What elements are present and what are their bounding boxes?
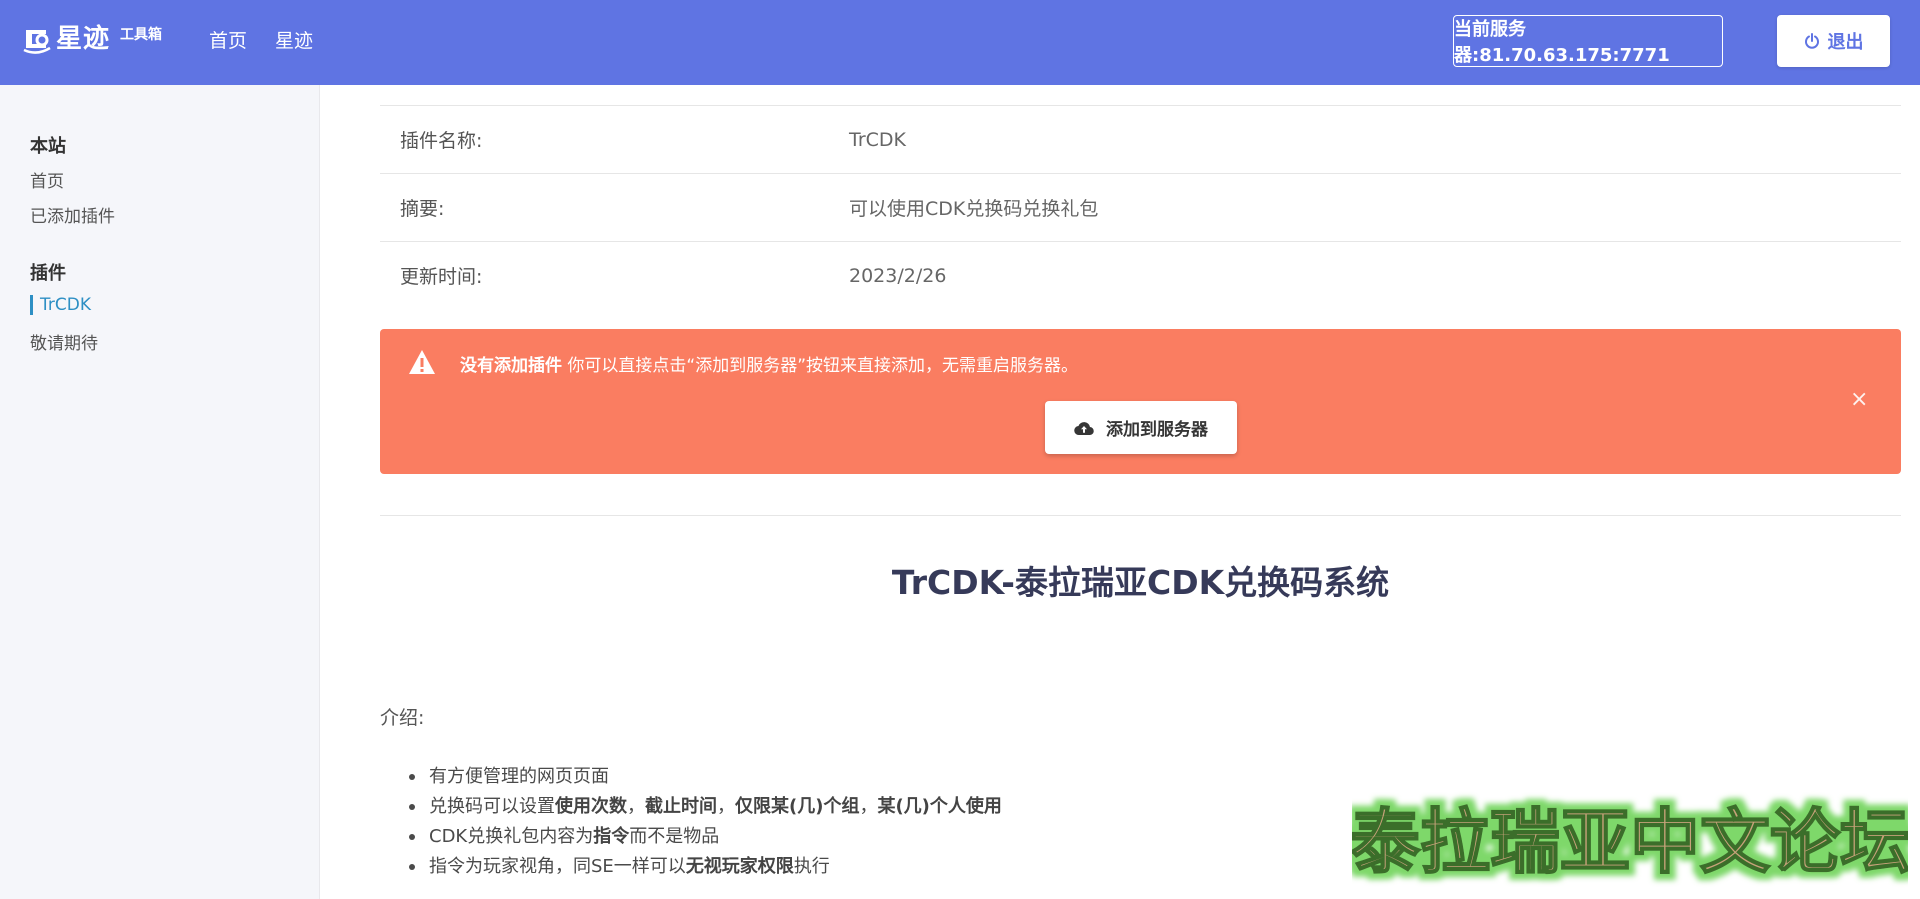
sidebar-heading-site: 本站	[30, 136, 66, 157]
sidebar-item-coming-soon[interactable]: 敬请期待	[30, 329, 98, 354]
feature-list: 有方便管理的网页页面 兑换码可以设置使用次数，截止时间，仅限某(几)个组，某(几)…	[405, 762, 1002, 882]
feature-text: 而不是物品	[629, 826, 720, 847]
sidebar-item-trcdk[interactable]: TrCDK	[30, 295, 91, 315]
feature-text-bold: 指令	[593, 826, 630, 847]
nav-link-xingji[interactable]: 星迹	[275, 0, 313, 85]
info-value: TrCDK	[849, 128, 906, 151]
logout-label: 退出	[1827, 32, 1864, 53]
feature-text-bold: 使用次数	[555, 796, 627, 817]
info-label: 插件名称:	[400, 130, 483, 152]
watermark-text: 泰拉瑞亚中文论坛	[1352, 800, 1908, 883]
doc-title: TrCDK-泰拉瑞亚CDK兑换码系统	[891, 563, 1390, 602]
power-icon	[1804, 33, 1819, 49]
feature-text: ，	[859, 796, 878, 817]
feature-text-bold: 仅限某(几)个组	[735, 796, 860, 817]
feature-list-item: 兑换码可以设置使用次数，截止时间，仅限某(几)个组，某(几)个人使用	[405, 792, 1002, 822]
close-icon[interactable]: ×	[1850, 387, 1868, 412]
feature-text: 指令为玩家视角，同SE一样可以	[429, 856, 686, 877]
feature-text: CDK兑换礼包内容为	[429, 826, 594, 847]
info-value: 可以使用CDK兑换码兑换礼包	[849, 198, 1099, 220]
feature-list-item: 有方便管理的网页页面	[405, 762, 1002, 792]
feature-text: ，	[717, 796, 735, 817]
info-row-name: 插件名称: TrCDK	[380, 105, 1901, 173]
info-row-summary: 摘要: 可以使用CDK兑换码兑换礼包	[380, 173, 1901, 241]
brand-subtitle: 工具箱	[120, 27, 163, 43]
feature-text: 执行	[793, 856, 830, 877]
top-navbar: 星迹 工具箱 首页 星迹 当前服务器:81.70.63.175:7771 退出	[0, 0, 1920, 85]
cloud-upload-icon	[1074, 421, 1094, 435]
feature-text: 兑换码可以设置	[429, 796, 555, 817]
info-row-updated: 更新时间: 2023/2/26	[380, 241, 1901, 309]
brand-logo-icon	[23, 30, 51, 54]
logout-button[interactable]: 退出	[1777, 15, 1890, 67]
intro-label: 介绍:	[380, 707, 425, 729]
feature-list-item: 指令为玩家视角，同SE一样可以无视玩家权限执行	[405, 852, 1002, 882]
sidebar-item-home[interactable]: 首页	[30, 167, 64, 192]
alert-message: 没有添加插件 你可以直接点击“添加到服务器”按钮来直接添加，无需重启服务器。	[460, 351, 1078, 376]
current-server-button[interactable]: 当前服务器:81.70.63.175:7771	[1453, 15, 1723, 67]
forum-watermark-logo: 泰拉瑞亚中文论坛	[1352, 799, 1908, 884]
alert-title: 没有添加插件	[460, 356, 562, 376]
info-label: 摘要:	[400, 198, 445, 220]
warning-alert: 没有添加插件 你可以直接点击“添加到服务器”按钮来直接添加，无需重启服务器。 ×…	[380, 329, 1901, 474]
alert-body: 你可以直接点击“添加到服务器”按钮来直接添加，无需重启服务器。	[562, 356, 1079, 376]
nav-link-home[interactable]: 首页	[209, 0, 247, 85]
info-label: 更新时间:	[400, 266, 483, 288]
feature-text: ，	[627, 796, 645, 817]
feature-text-bold: 无视玩家权限	[685, 856, 794, 877]
feature-list-item: CDK兑换礼包内容为指令而不是物品	[405, 822, 1002, 852]
feature-text-bold: 截止时间	[645, 796, 717, 817]
feature-text: 有方便管理的网页页面	[429, 766, 609, 787]
feature-text-bold: 某(几)个人使用	[877, 796, 1002, 817]
brand-logo[interactable]: 星迹 工具箱	[20, 22, 162, 56]
sidebar-heading-plugins: 插件	[30, 263, 66, 284]
add-to-server-button[interactable]: 添加到服务器	[1045, 401, 1237, 454]
add-button-label: 添加到服务器	[1106, 420, 1208, 440]
info-value: 2023/2/26	[849, 264, 947, 287]
sidebar: 本站 首页 已添加插件 插件 TrCDK 敬请期待	[0, 85, 320, 899]
divider	[380, 515, 1901, 516]
brand-name: 星迹	[56, 24, 111, 54]
sidebar-item-added-plugins[interactable]: 已添加插件	[30, 202, 115, 227]
warning-icon	[409, 350, 435, 374]
